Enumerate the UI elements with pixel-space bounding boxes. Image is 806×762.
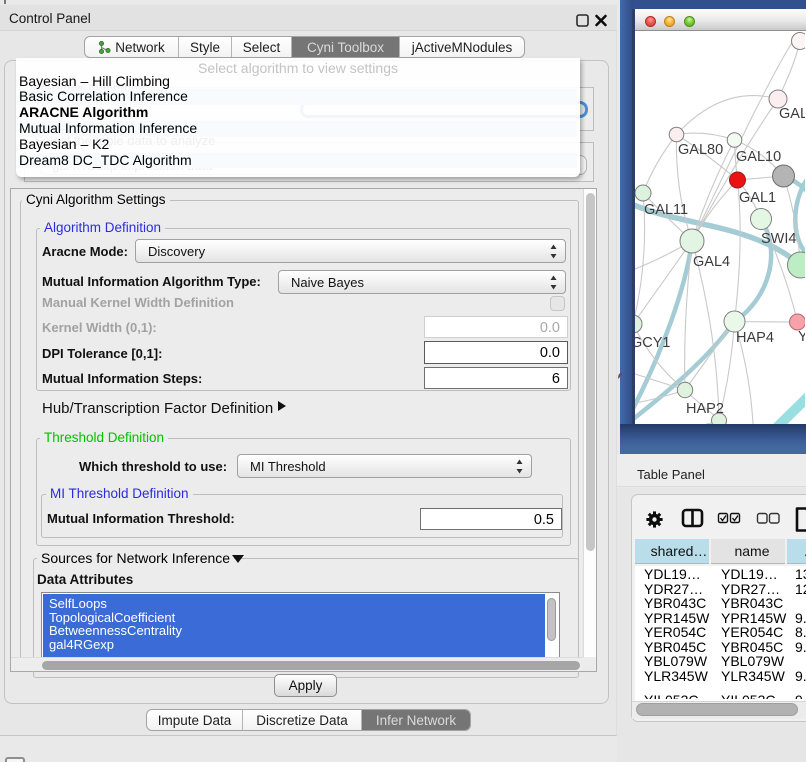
svg-text:GAL4: GAL4: [693, 254, 730, 270]
svg-text:GAL80: GAL80: [678, 142, 723, 158]
svg-text:SWI4: SWI4: [761, 231, 796, 247]
svg-text:GAL1: GAL1: [739, 190, 776, 206]
svg-text:GAL11: GAL11: [644, 202, 688, 218]
svg-text:GAL10: GAL10: [736, 149, 781, 165]
svg-text:Y: Y: [798, 329, 805, 345]
svg-text:HAP2: HAP2: [686, 401, 724, 417]
svg-text:GAL2: GAL2: [779, 106, 805, 122]
svg-text:HAP4: HAP4: [736, 330, 774, 346]
svg-text:GCY1: GCY1: [635, 335, 671, 351]
